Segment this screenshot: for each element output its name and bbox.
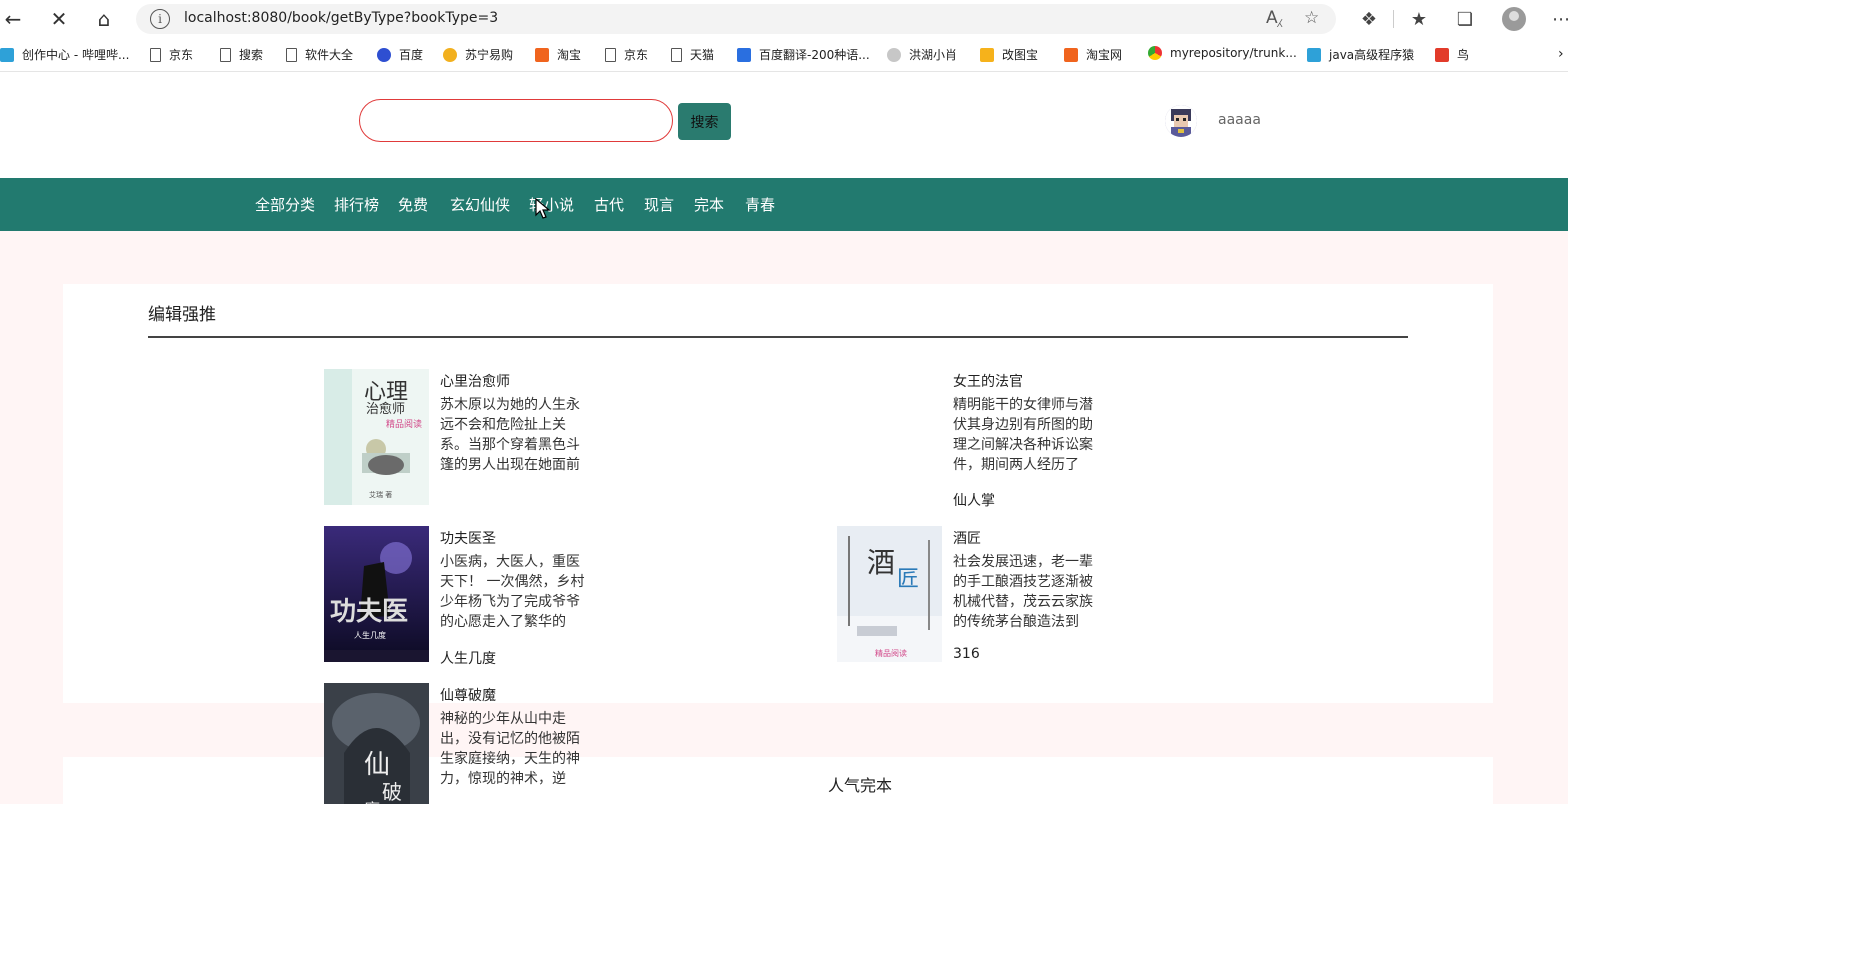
page-icon bbox=[605, 47, 616, 62]
search-button[interactable]: 搜索 bbox=[678, 103, 731, 140]
address-bar[interactable]: i localhost:8080/book/getByType?bookType… bbox=[136, 4, 1336, 34]
bookmark-item[interactable]: 洪湖小肖 bbox=[887, 46, 957, 63]
nav-completed[interactable]: 完本 bbox=[694, 194, 724, 215]
stop-loading-icon[interactable]: ✕ bbox=[46, 6, 72, 32]
bilibili-icon bbox=[0, 47, 14, 62]
bookmark-item[interactable]: 软件大全 bbox=[286, 46, 353, 63]
book-author: 仙人掌 bbox=[953, 493, 995, 509]
taobao-icon bbox=[535, 47, 549, 62]
book-title[interactable]: 酒匠 bbox=[953, 528, 981, 548]
recommend-panel bbox=[63, 284, 1493, 703]
section-divider bbox=[148, 336, 1408, 338]
site-header: 搜索 aaaaa bbox=[0, 72, 1568, 178]
chrome-icon bbox=[1148, 46, 1162, 60]
home-icon[interactable]: ⌂ bbox=[91, 6, 117, 32]
book-cover[interactable]: 酒 匠 精品阅读 bbox=[837, 526, 942, 662]
favorites-icon[interactable]: ★ bbox=[1406, 6, 1432, 32]
svg-text:人生几度: 人生几度 bbox=[354, 630, 386, 640]
bilibili-icon bbox=[1307, 47, 1321, 62]
bookmark-item[interactable]: 天猫 bbox=[671, 46, 714, 63]
mouse-cursor-icon bbox=[535, 198, 551, 219]
username[interactable]: aaaaa bbox=[1218, 112, 1261, 128]
site-info-icon[interactable]: i bbox=[150, 9, 170, 29]
book-author: 人生几度 bbox=[440, 651, 496, 667]
svg-text:艾瑞 著: 艾瑞 著 bbox=[369, 490, 392, 499]
bookmark-item[interactable]: 百度 bbox=[377, 46, 423, 63]
nav-ancient[interactable]: 古代 bbox=[594, 194, 624, 215]
nav-youth[interactable]: 青春 bbox=[745, 194, 775, 215]
book-title[interactable]: 功夫医圣 bbox=[440, 528, 496, 548]
svg-text:精品阅读: 精品阅读 bbox=[875, 648, 907, 658]
more-menu-icon[interactable]: ⋯ bbox=[1548, 6, 1574, 32]
svg-text:治愈师: 治愈师 bbox=[366, 402, 405, 417]
page-icon bbox=[220, 47, 231, 62]
bookmark-item[interactable]: 改图宝 bbox=[980, 46, 1038, 63]
book-description: 苏木原以为她的人生永远不会和危险扯上关系。当那个穿着黑色斗篷的男人出现在她面前 bbox=[440, 397, 580, 473]
bookmark-item[interactable]: java高级程序猿 bbox=[1307, 46, 1414, 63]
svg-text:魔: 魔 bbox=[364, 800, 380, 804]
svg-text:仙: 仙 bbox=[364, 750, 390, 780]
gaitubao-icon bbox=[980, 47, 994, 62]
popular-section-title: 人气完本 bbox=[828, 776, 893, 795]
book-description: 神秘的少年从山中走出，没有记忆的他被陌生家庭接纳，天生的神力，惊现的神术，逆 bbox=[440, 711, 580, 787]
svg-text:破: 破 bbox=[382, 780, 402, 804]
nav-ranking[interactable]: 排行榜 bbox=[334, 194, 379, 215]
book-title[interactable]: 仙尊破魔 bbox=[440, 685, 496, 705]
add-favorite-icon[interactable]: ☆ bbox=[1304, 8, 1319, 28]
bookmark-item[interactable]: 百度翻译-200种语... bbox=[737, 46, 870, 63]
baidu-paw-icon bbox=[377, 47, 391, 62]
recommend-section-title: 编辑强推 bbox=[148, 305, 216, 325]
bookmarks-overflow-icon[interactable]: › bbox=[1558, 46, 1564, 62]
toolbar-divider bbox=[1393, 10, 1394, 28]
category-nav: 全部分类 排行榜 免费 玄幻仙侠 轻小说 古代 现言 完本 青春 bbox=[0, 178, 1568, 231]
bookmark-item[interactable]: 淘宝 bbox=[535, 46, 581, 63]
avatar[interactable] bbox=[1165, 105, 1197, 137]
svg-text:酒: 酒 bbox=[867, 546, 895, 579]
book-description: 小医病，大医人，重医天下！ 一次偶然，乡村少年杨飞为了完成爷爷的心愿走入了繁华的 bbox=[440, 554, 585, 630]
bookmarks-bar: 创作中心 - 哔哩哔... 京东 搜索 软件大全 百度 苏宁易购 淘宝 京东 天… bbox=[0, 38, 1568, 72]
bookmark-item[interactable]: 京东 bbox=[605, 46, 648, 63]
bookmark-item[interactable]: 搜索 bbox=[220, 46, 263, 63]
book-title[interactable]: 心里治愈师 bbox=[440, 371, 510, 391]
nav-free[interactable]: 免费 bbox=[398, 194, 428, 215]
book-description: 精明能干的女律师与潜伏其身边别有所图的助理之间解决各种诉讼案件，期间两人经历了 bbox=[953, 397, 1093, 473]
book-description: 社会发展迅速，老一辈的手工酿酒技艺逐渐被机械代替，茂云云家族的传统茅台酿造法到 bbox=[953, 554, 1093, 630]
page-icon bbox=[671, 47, 682, 62]
svg-text:精品阅读: 精品阅读 bbox=[386, 418, 422, 430]
bookmark-item[interactable]: 鸟 bbox=[1435, 46, 1469, 63]
book-title[interactable]: 女王的法官 bbox=[953, 371, 1023, 391]
svg-text:功夫医: 功夫医 bbox=[330, 597, 408, 627]
bookmark-item[interactable]: 淘宝网 bbox=[1064, 46, 1122, 63]
url-text[interactable]: localhost:8080/book/getByType?bookType=3 bbox=[184, 10, 498, 26]
book-cover[interactable]: 心理 治愈师 精品阅读 艾瑞 著 bbox=[324, 369, 429, 505]
bird-icon bbox=[887, 47, 901, 62]
bookmark-item[interactable]: 苏宁易购 bbox=[443, 46, 513, 63]
bookmark-item[interactable]: myrepository/trunk... bbox=[1148, 46, 1297, 60]
extensions-icon[interactable]: ❖ bbox=[1356, 6, 1382, 32]
bookmark-item[interactable]: 创作中心 - 哔哩哔... bbox=[0, 46, 129, 63]
read-aloud-icon[interactable]: A⁁ bbox=[1266, 8, 1282, 28]
search-input[interactable] bbox=[359, 99, 673, 142]
book-cover[interactable]: 仙 破 魔 bbox=[324, 683, 429, 804]
bird-icon bbox=[1435, 47, 1449, 62]
nav-modern[interactable]: 现言 bbox=[644, 194, 674, 215]
page-icon bbox=[286, 47, 297, 62]
nav-fantasy[interactable]: 玄幻仙侠 bbox=[450, 194, 510, 215]
collections-icon[interactable]: ❏ bbox=[1452, 6, 1478, 32]
taobao-icon bbox=[1064, 47, 1078, 62]
book-cover[interactable]: 功夫医 人生几度 bbox=[324, 526, 429, 662]
nav-all-categories[interactable]: 全部分类 bbox=[255, 194, 315, 215]
page-icon bbox=[150, 47, 161, 62]
back-arrow-icon[interactable]: ← bbox=[0, 6, 26, 32]
translate-icon bbox=[737, 47, 751, 62]
book-author: 316 bbox=[953, 646, 980, 662]
svg-text:匠: 匠 bbox=[897, 567, 919, 592]
suning-icon bbox=[443, 47, 457, 62]
profile-icon[interactable] bbox=[1502, 7, 1526, 31]
browser-toolbar: ← ✕ ⌂ i localhost:8080/book/getByType?bo… bbox=[0, 0, 1570, 38]
popular-panel bbox=[63, 757, 1493, 817]
bookmark-item[interactable]: 京东 bbox=[150, 46, 193, 63]
